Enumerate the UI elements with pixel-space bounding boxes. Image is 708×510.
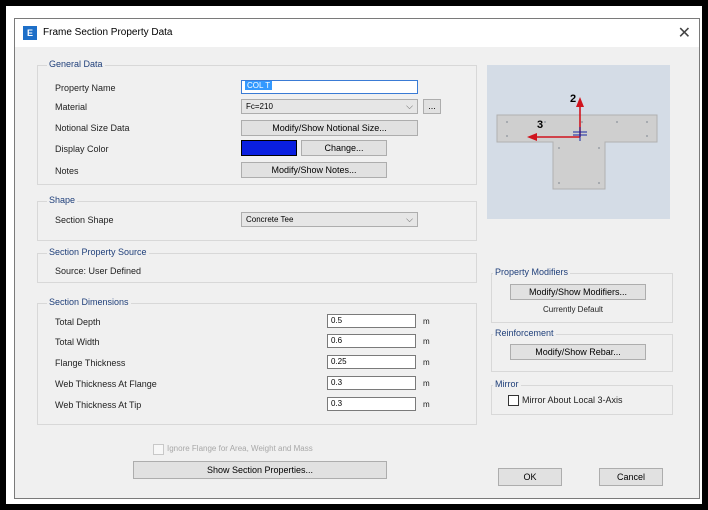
total-depth-unit: m xyxy=(423,317,430,326)
total-width-label: Total Width xyxy=(55,337,100,347)
ignore-flange-label: Ignore Flange for Area, Weight and Mass xyxy=(167,444,313,453)
title-bar: E Frame Section Property Data ✕ xyxy=(15,19,699,47)
chevron-down-icon: ⌵ xyxy=(406,214,413,224)
total-depth-label: Total Depth xyxy=(55,317,101,327)
web-thickness-tip-input[interactable]: 0.3 xyxy=(327,397,416,411)
property-name-value: COL T xyxy=(245,81,273,90)
flange-thickness-label: Flange Thickness xyxy=(55,358,126,368)
axis-3-label: 3 xyxy=(537,119,543,131)
axis-2-label: 2 xyxy=(570,93,576,105)
total-width-input[interactable]: 0.6 xyxy=(327,334,416,348)
property-modifiers-label: Property Modifiers xyxy=(493,267,571,277)
property-source-text: Source: User Defined xyxy=(55,266,142,276)
notes-button[interactable]: Modify/Show Notes... xyxy=(241,162,387,178)
tee-section-drawing: 2 3 xyxy=(496,93,658,190)
web-thickness-tip-label: Web Thickness At Tip xyxy=(55,400,142,410)
modifiers-status: Currently Default xyxy=(543,305,604,314)
display-color-swatch[interactable] xyxy=(241,140,297,156)
section-shape-select[interactable]: Concrete Tee ⌵ xyxy=(241,212,418,227)
app-icon: E xyxy=(23,26,37,40)
close-icon[interactable]: ✕ xyxy=(678,23,691,43)
notes-label: Notes xyxy=(55,166,79,176)
section-dimensions-label: Section Dimensions xyxy=(47,297,131,307)
property-name-label: Property Name xyxy=(55,83,116,93)
window-title: Frame Section Property Data xyxy=(43,27,173,38)
web-thickness-flange-unit: m xyxy=(423,379,430,388)
flange-thickness-unit: m xyxy=(423,358,430,367)
section-preview: 2 3 xyxy=(487,65,670,219)
mirror-checkbox-label: Mirror About Local 3-Axis xyxy=(522,395,623,405)
ignore-flange-checkbox[interactable] xyxy=(153,444,164,455)
material-select[interactable]: Fc=210 ⌵ xyxy=(241,99,418,114)
section-shape-value: Concrete Tee xyxy=(246,215,294,224)
shape-label: Shape xyxy=(47,195,78,205)
notional-size-label: Notional Size Data xyxy=(55,123,130,133)
modify-modifiers-button[interactable]: Modify/Show Modifiers... xyxy=(510,284,646,300)
show-section-properties-button[interactable]: Show Section Properties... xyxy=(133,461,387,479)
frame-section-dialog: E Frame Section Property Data ✕ General … xyxy=(14,18,700,499)
property-source-label: Section Property Source xyxy=(47,247,149,257)
mirror-checkbox[interactable] xyxy=(508,395,519,406)
web-thickness-tip-unit: m xyxy=(423,400,430,409)
web-thickness-flange-label: Web Thickness At Flange xyxy=(55,379,157,389)
material-value: Fc=210 xyxy=(246,102,273,111)
modify-rebar-button[interactable]: Modify/Show Rebar... xyxy=(510,344,646,360)
general-data-label: General Data xyxy=(47,59,105,69)
display-color-label: Display Color xyxy=(55,144,109,154)
reinforcement-label: Reinforcement xyxy=(493,328,556,338)
material-more-button[interactable]: ... xyxy=(423,99,441,114)
mirror-label: Mirror xyxy=(493,379,521,389)
ok-button[interactable]: OK xyxy=(498,468,562,486)
property-name-input[interactable]: COL T xyxy=(241,80,418,94)
notional-size-button[interactable]: Modify/Show Notional Size... xyxy=(241,120,418,136)
material-label: Material xyxy=(55,102,88,112)
chevron-down-icon: ⌵ xyxy=(406,101,413,111)
change-color-button[interactable]: Change... xyxy=(301,140,387,156)
total-depth-input[interactable]: 0.5 xyxy=(327,314,416,328)
cancel-button[interactable]: Cancel xyxy=(599,468,663,486)
flange-thickness-input[interactable]: 0.25 xyxy=(327,355,416,369)
web-thickness-flange-input[interactable]: 0.3 xyxy=(327,376,416,390)
section-shape-label: Section Shape xyxy=(55,215,114,225)
total-width-unit: m xyxy=(423,337,430,346)
